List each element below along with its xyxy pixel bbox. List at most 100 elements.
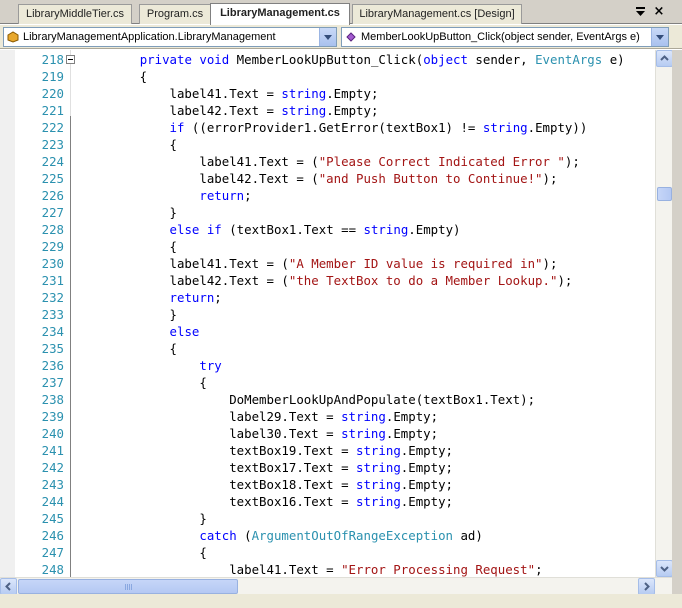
code-line[interactable]: 232 return; bbox=[0, 289, 672, 306]
code-text: { bbox=[80, 340, 177, 357]
code-token: ); bbox=[542, 171, 558, 186]
code-line[interactable]: 222 if ((errorProvider1.GetError(textBox… bbox=[0, 119, 672, 136]
line-number: 233 bbox=[41, 307, 64, 322]
tab-library-management-design[interactable]: LibraryManagement.cs [Design] bbox=[352, 4, 522, 24]
line-number: 228 bbox=[41, 222, 64, 237]
collapse-icon[interactable] bbox=[66, 55, 75, 64]
code-text: if ((errorProvider1.GetError(textBox1) !… bbox=[80, 119, 588, 136]
line-number: 220 bbox=[41, 86, 64, 101]
code-token: ( bbox=[236, 528, 252, 543]
line-number: 221 bbox=[41, 103, 64, 118]
scroll-grip-icon bbox=[125, 584, 133, 590]
vertical-scrollbar[interactable] bbox=[655, 50, 673, 577]
code-line[interactable]: 245 } bbox=[0, 510, 672, 527]
code-line[interactable]: 246 catch (ArgumentOutOfRangeException a… bbox=[0, 527, 672, 544]
code-line[interactable]: 218 private void MemberLookUpButton_Clic… bbox=[0, 51, 672, 68]
code-text: { bbox=[80, 544, 207, 561]
code-token: .Empty) bbox=[408, 222, 461, 237]
code-token: ; bbox=[535, 562, 543, 577]
tab-library-middle-tier[interactable]: LibraryMiddleTier.cs bbox=[18, 4, 132, 24]
code-token: { bbox=[80, 545, 207, 560]
code-token: label42.Text = ( bbox=[80, 171, 319, 186]
code-text: label41.Text = string.Empty; bbox=[80, 85, 379, 102]
code-line[interactable]: 237 { bbox=[0, 374, 672, 391]
horizontal-scroll-thumb[interactable] bbox=[18, 579, 238, 594]
code-line[interactable]: 224 label41.Text = ("Please Correct Indi… bbox=[0, 153, 672, 170]
code-line[interactable]: 244 textBox16.Text = string.Empty; bbox=[0, 493, 672, 510]
code-text: textBox19.Text = string.Empty; bbox=[80, 442, 453, 459]
code-token: textBox16.Text = bbox=[80, 494, 357, 509]
code-line[interactable]: 243 textBox18.Text = string.Empty; bbox=[0, 476, 672, 493]
code-text: label29.Text = string.Empty; bbox=[80, 408, 438, 425]
type-dropdown[interactable]: LibraryManagementApplication.LibraryMana… bbox=[3, 27, 337, 47]
code-line[interactable]: 228 else if (textBox1.Text == string.Emp… bbox=[0, 221, 672, 238]
line-number: 245 bbox=[41, 511, 64, 526]
code-line[interactable]: 235 { bbox=[0, 340, 672, 357]
keyword-token: return bbox=[169, 290, 215, 305]
line-number: 222 bbox=[41, 120, 64, 135]
type-dropdown-value: LibraryManagementApplication.LibraryMana… bbox=[23, 31, 276, 43]
code-line[interactable]: 221 label42.Text = string.Empty; bbox=[0, 102, 672, 119]
code-text: } bbox=[80, 204, 177, 221]
code-line[interactable]: 234 else bbox=[0, 323, 672, 340]
line-number: 225 bbox=[41, 171, 64, 186]
code-editor[interactable]: 218 private void MemberLookUpButton_Clic… bbox=[0, 50, 672, 577]
window-edge bbox=[672, 50, 682, 594]
member-dropdown[interactable]: MemberLookUpButton_Click(object sender, … bbox=[341, 27, 669, 47]
code-token: .Empty; bbox=[400, 477, 453, 492]
code-text: { bbox=[80, 374, 206, 391]
code-text: label41.Text = "Error Processing Request… bbox=[80, 561, 543, 577]
tab-program[interactable]: Program.cs bbox=[139, 4, 211, 24]
code-line[interactable]: 230 label41.Text = ("A Member ID value i… bbox=[0, 255, 672, 272]
code-text: else if (textBox1.Text == string.Empty) bbox=[80, 221, 461, 238]
code-line[interactable]: 220 label41.Text = string.Empty; bbox=[0, 85, 672, 102]
code-line[interactable]: 236 try bbox=[0, 357, 672, 374]
scroll-right-button[interactable] bbox=[638, 578, 655, 595]
code-line[interactable]: 248 label41.Text = "Error Processing Req… bbox=[0, 561, 672, 577]
code-line[interactable]: 247 { bbox=[0, 544, 672, 561]
navigation-bar: LibraryManagementApplication.LibraryMana… bbox=[0, 25, 682, 49]
code-line[interactable]: 242 textBox17.Text = string.Empty; bbox=[0, 459, 672, 476]
close-icon[interactable]: × bbox=[651, 4, 667, 20]
member-dropdown-value: MemberLookUpButton_Click(object sender, … bbox=[361, 31, 640, 43]
vertical-scroll-thumb[interactable] bbox=[657, 187, 672, 201]
code-line[interactable]: 223 { bbox=[0, 136, 672, 153]
keyword-token: string bbox=[356, 460, 401, 475]
code-token: .Empty; bbox=[385, 426, 439, 441]
code-line[interactable]: 231 label42.Text = ("the TextBox to do a… bbox=[0, 272, 672, 289]
code-line[interactable]: 227 } bbox=[0, 204, 672, 221]
keyword-token: string bbox=[341, 409, 386, 424]
horizontal-scrollbar[interactable] bbox=[0, 577, 672, 595]
code-text: label42.Text = string.Empty; bbox=[80, 102, 379, 119]
code-line[interactable]: 240 label30.Text = string.Empty; bbox=[0, 425, 672, 442]
code-line[interactable]: 225 label42.Text = ("and Push Button to … bbox=[0, 170, 672, 187]
code-line[interactable]: 239 label29.Text = string.Empty; bbox=[0, 408, 672, 425]
code-token: .Empty; bbox=[326, 103, 379, 118]
tab-library-management[interactable]: LibraryManagement.cs bbox=[210, 3, 350, 25]
code-line[interactable]: 238 DoMemberLookUpAndPopulate(textBox1.T… bbox=[0, 391, 672, 408]
line-number: 229 bbox=[41, 239, 64, 254]
code-token: .Empty; bbox=[400, 460, 453, 475]
code-text: DoMemberLookUpAndPopulate(textBox1.Text)… bbox=[80, 391, 535, 408]
code-line[interactable]: 229 { bbox=[0, 238, 672, 255]
chevron-down-icon[interactable] bbox=[651, 28, 668, 46]
dropdown-arrow-icon[interactable] bbox=[633, 4, 649, 20]
code-line[interactable]: 219 { bbox=[0, 68, 672, 85]
code-text: private void MemberLookUpButton_Click(ob… bbox=[80, 51, 625, 68]
string-token: "Error Processing Request" bbox=[341, 562, 536, 577]
scroll-down-button[interactable] bbox=[656, 560, 673, 577]
code-token: } bbox=[80, 511, 207, 526]
keyword-token: try bbox=[199, 358, 222, 373]
line-number: 227 bbox=[41, 205, 64, 220]
scroll-up-button[interactable] bbox=[656, 50, 673, 67]
code-line[interactable]: 241 textBox19.Text = string.Empty; bbox=[0, 442, 672, 459]
keyword-token: string bbox=[281, 86, 327, 101]
code-line[interactable]: 233 } bbox=[0, 306, 672, 323]
code-text: label42.Text = ("the TextBox to do a Mem… bbox=[80, 272, 573, 289]
chevron-down-icon[interactable] bbox=[319, 28, 336, 46]
code-line[interactable]: 226 return; bbox=[0, 187, 672, 204]
code-text: { bbox=[80, 68, 147, 85]
scroll-left-button[interactable] bbox=[0, 578, 17, 595]
